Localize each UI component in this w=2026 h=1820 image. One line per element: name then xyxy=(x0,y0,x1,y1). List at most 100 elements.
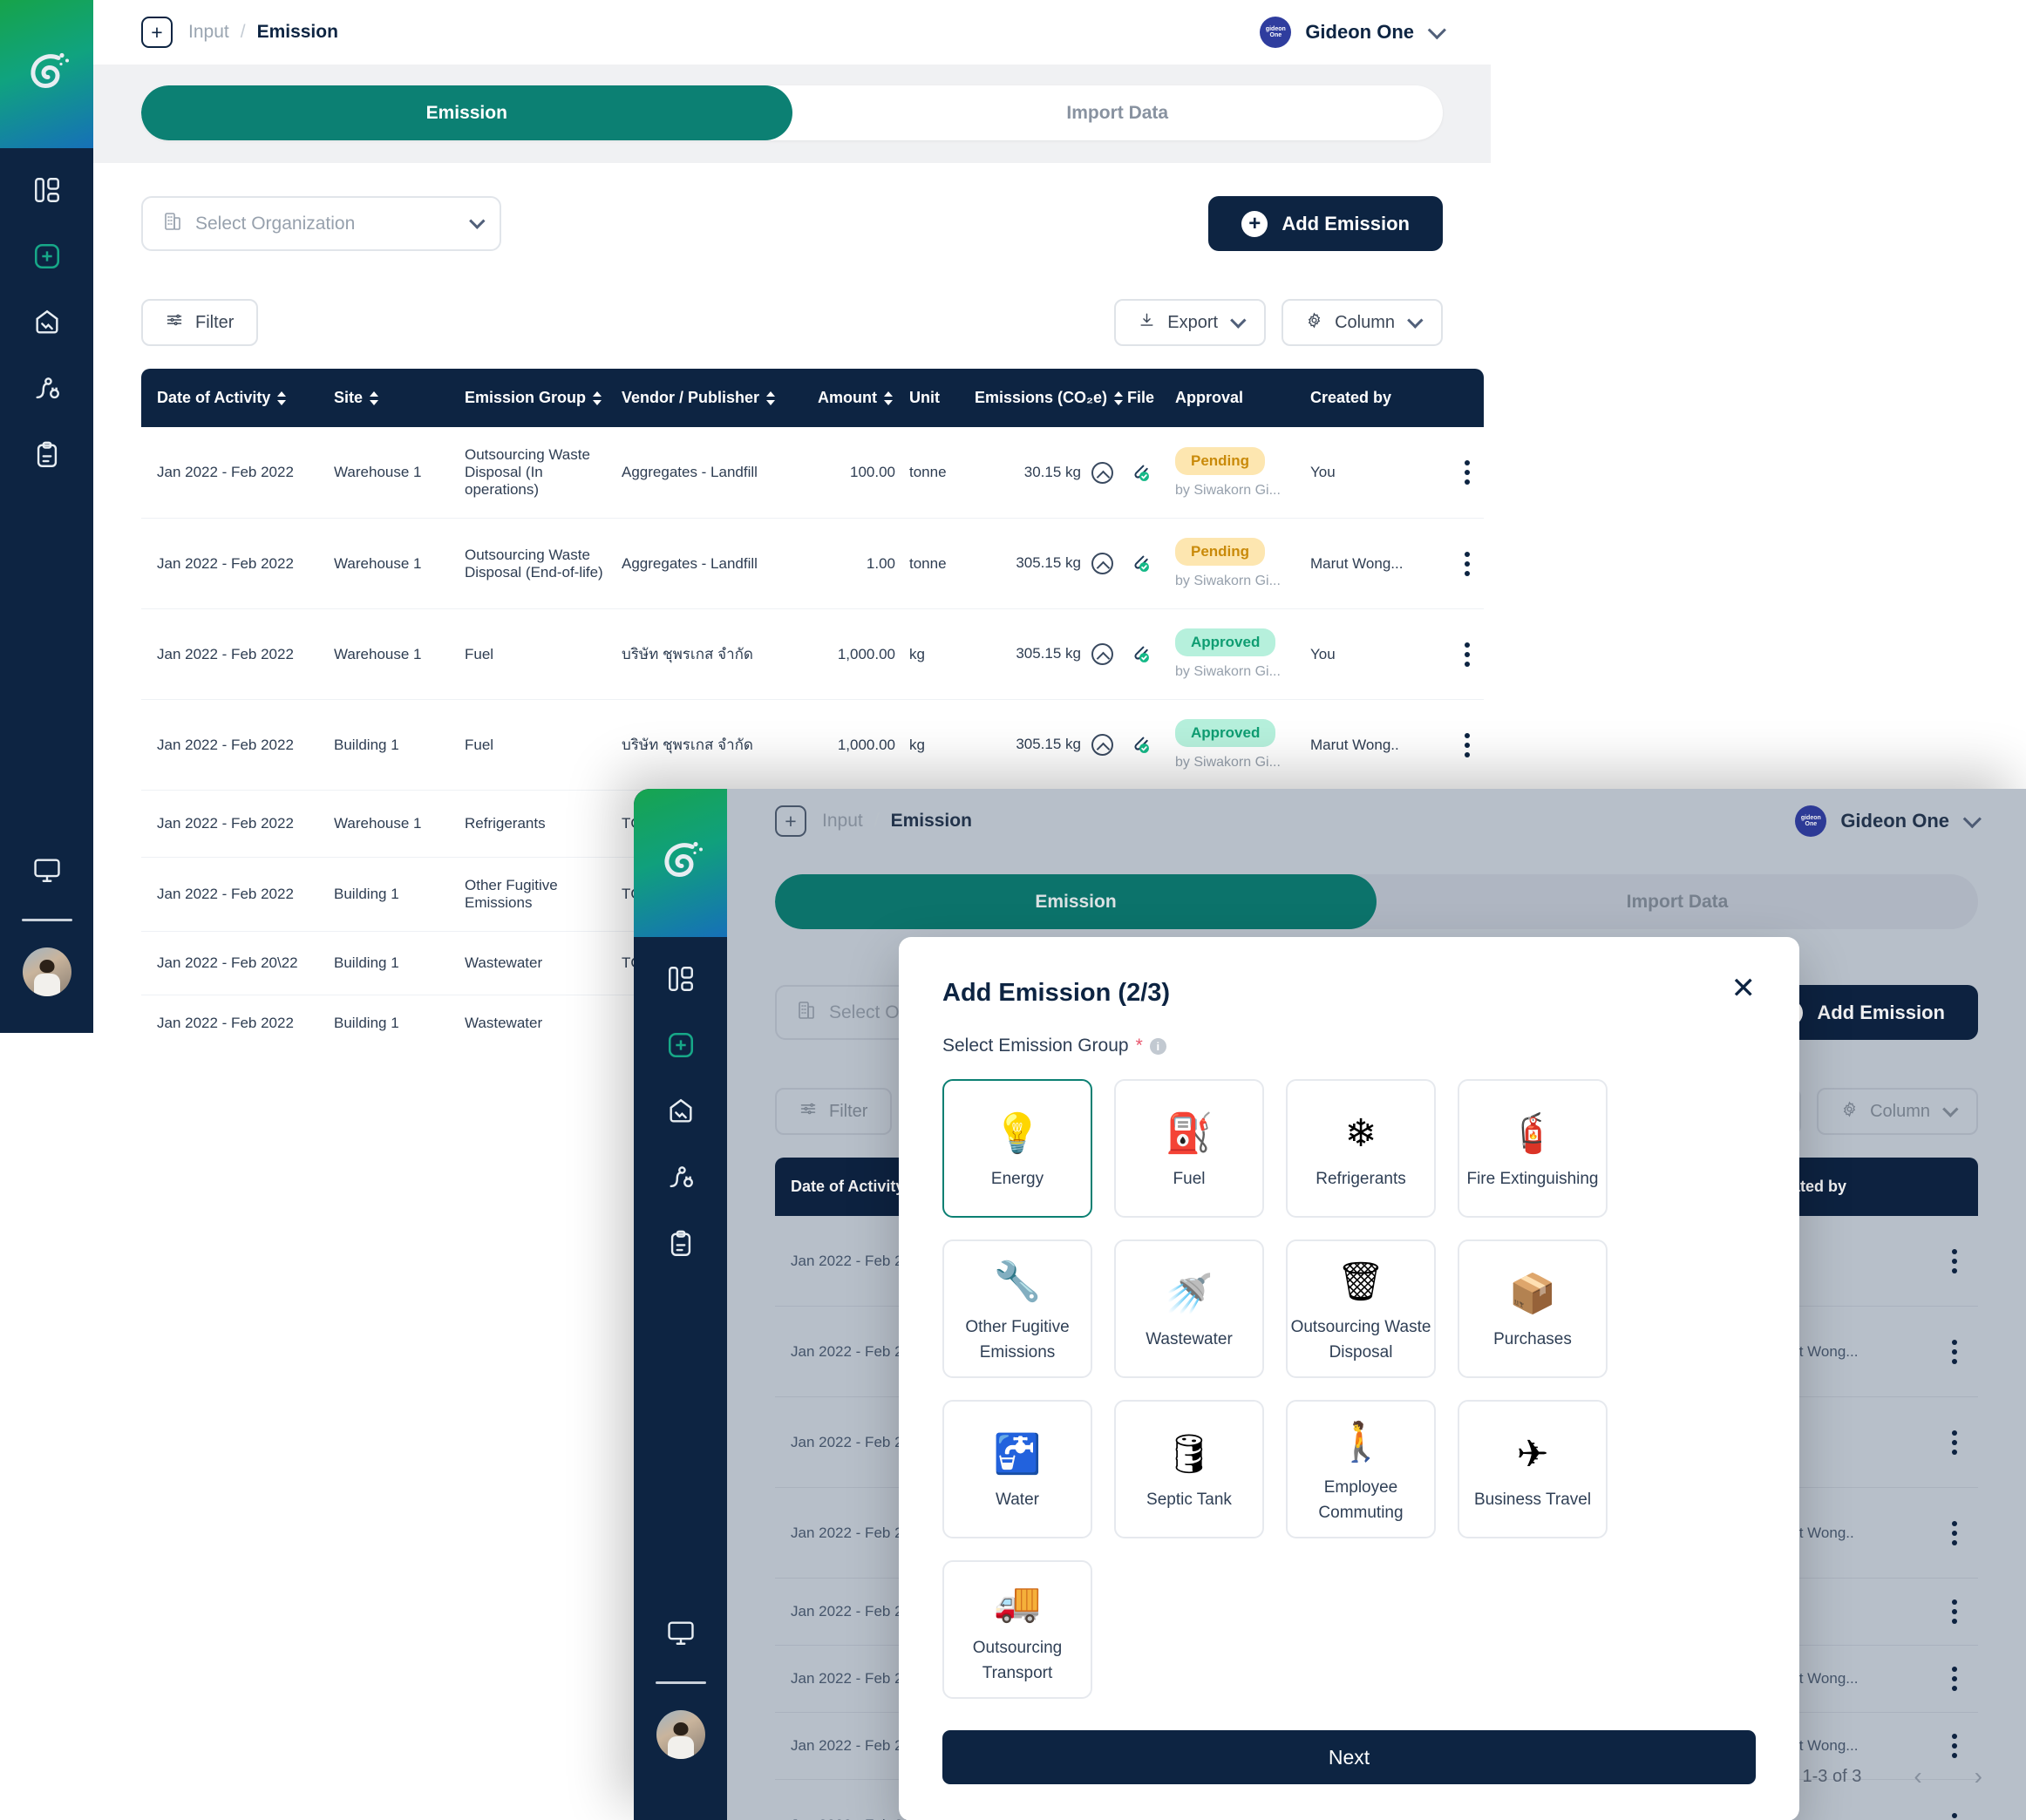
select-organization-value: Select Organization xyxy=(195,213,356,234)
export-button[interactable]: Export xyxy=(1114,299,1267,346)
cell-amount: 1,000.00 xyxy=(804,699,895,791)
sort-icon[interactable] xyxy=(370,390,379,406)
chevron-up-circle-icon[interactable] xyxy=(1091,553,1113,574)
sidebar-divider xyxy=(655,1681,706,1684)
option-septic-tank[interactable]: 🛢 Septic Tank xyxy=(1114,1400,1264,1538)
cell-actions[interactable] xyxy=(1436,518,1484,609)
sort-icon[interactable] xyxy=(593,390,602,406)
add-emission-button[interactable]: + Add Emission xyxy=(1208,196,1443,251)
cell-date: Jan 2022 - Feb 2022 xyxy=(141,995,320,1033)
more-options-icon[interactable] xyxy=(1450,642,1484,667)
table-row[interactable]: Jan 2022 - Feb 2022 Warehouse 1 Fuel บริ… xyxy=(141,608,1484,700)
cell-file[interactable] xyxy=(1113,518,1161,609)
option-fire-extinguishing[interactable]: 🧯 Fire Extinguishing xyxy=(1458,1079,1608,1218)
option-outsourcing-transport[interactable]: 🚚 Outsourcing Transport xyxy=(942,1560,1092,1699)
col-label: Amount xyxy=(818,389,877,406)
option-outsourcing-waste-disposal[interactable]: 🗑 Outsourcing Waste Disposal xyxy=(1286,1239,1436,1378)
table-row[interactable]: Jan 2022 - Feb 2022 Warehouse 1 Outsourc… xyxy=(141,518,1484,609)
cell-file[interactable] xyxy=(1113,608,1161,700)
option-wastewater[interactable]: 🚿 Wastewater xyxy=(1114,1239,1264,1378)
sidebar-item-dashboard[interactable] xyxy=(0,157,93,223)
option-water[interactable]: 🚰 Water xyxy=(942,1400,1092,1538)
col-site[interactable]: Site xyxy=(320,369,451,427)
firefighter-icon: 🧯 xyxy=(1508,1112,1557,1156)
plus-square-icon[interactable]: + xyxy=(141,17,173,48)
sidebar-item-input[interactable] xyxy=(634,1012,727,1078)
commuter-icon: 🚶 xyxy=(1336,1421,1385,1463)
toolbar-primary: Select Organization + Add Emission xyxy=(141,196,1443,251)
table-row[interactable]: Jan 2022 - Feb 2022 Warehouse 1 Outsourc… xyxy=(141,427,1484,519)
more-options-icon[interactable] xyxy=(1450,732,1484,757)
more-options-icon[interactable] xyxy=(1450,551,1484,576)
sort-icon[interactable] xyxy=(883,390,893,406)
sidebar-nav xyxy=(634,946,727,1277)
col-label: File xyxy=(1127,389,1155,406)
close-icon[interactable]: ✕ xyxy=(1731,974,1757,1003)
sort-icon[interactable] xyxy=(1114,390,1124,406)
sidebar-item-dashboard[interactable] xyxy=(634,946,727,1012)
sidebar-item-input[interactable] xyxy=(0,223,93,289)
sort-icon[interactable] xyxy=(766,390,776,406)
cell-date: Jan 2022 - Feb 2022 xyxy=(141,790,320,858)
app-logo[interactable] xyxy=(0,0,93,148)
breadcrumb-parent[interactable]: Input xyxy=(188,22,229,43)
option-other-fugitive-emissions[interactable]: 🔧 Other Fugitive Emissions xyxy=(942,1239,1092,1378)
cell-file[interactable] xyxy=(1113,699,1161,791)
col-vendor-publisher[interactable]: Vendor / Publisher xyxy=(608,369,804,427)
column-button[interactable]: Column xyxy=(1282,299,1443,346)
monitor-icon[interactable] xyxy=(634,1599,727,1666)
cell-date: Jan 2022 - Feb 2022 xyxy=(141,608,320,700)
tab-emission[interactable]: Emission xyxy=(141,85,792,140)
avatar[interactable] xyxy=(656,1710,705,1759)
modal-title: Add Emission (2/3) xyxy=(942,979,1171,1007)
option-refrigerants[interactable]: ❄ Refrigerants xyxy=(1286,1079,1436,1218)
cell-actions[interactable] xyxy=(1436,699,1484,791)
org-switcher[interactable]: gideon One Gideon One xyxy=(1260,17,1446,48)
info-icon[interactable]: i xyxy=(1149,1037,1166,1055)
cell-file[interactable] xyxy=(1113,427,1161,519)
chevron-up-circle-icon[interactable] xyxy=(1091,643,1113,665)
option-business-travel[interactable]: ✈ Business Travel xyxy=(1458,1400,1608,1538)
cell-approval: Pending by Siwakorn Gi... xyxy=(1161,427,1296,519)
sidebar-item-tasks[interactable] xyxy=(0,422,93,488)
option-fuel[interactable]: ⛽ Fuel xyxy=(1114,1079,1264,1218)
col-date-of-activity[interactable]: Date of Activity xyxy=(141,369,320,427)
cell-amount: 1,000.00 xyxy=(804,608,895,700)
tab-import-data[interactable]: Import Data xyxy=(792,85,1444,140)
sidebar-item-tasks[interactable] xyxy=(634,1211,727,1277)
table-row[interactable]: Jan 2022 - Feb 2022 Building 1 Fuel บริษ… xyxy=(141,699,1484,791)
monitor-icon[interactable] xyxy=(0,837,93,903)
next-button[interactable]: Next xyxy=(942,1730,1756,1784)
more-options-icon[interactable] xyxy=(1450,460,1484,485)
sidebar-item-report[interactable] xyxy=(634,1078,727,1144)
boxes-icon: 📦 xyxy=(1508,1273,1557,1316)
option-employee-commuting[interactable]: 🚶 Employee Commuting xyxy=(1286,1400,1436,1538)
app-logo[interactable] xyxy=(634,789,727,937)
col-amount[interactable]: Amount xyxy=(804,369,895,427)
sidebar-item-energy[interactable] xyxy=(0,356,93,422)
cell-actions[interactable] xyxy=(1436,427,1484,519)
sort-icon[interactable] xyxy=(277,390,287,406)
chevron-up-circle-icon[interactable] xyxy=(1091,461,1113,484)
table-header-row: Date of Activity Site Emission Group Ven… xyxy=(141,369,1484,427)
col-emission-group[interactable]: Emission Group xyxy=(451,369,608,427)
filter-button[interactable]: Filter xyxy=(141,299,259,346)
cell-approval: Approved by Siwakorn Gi... xyxy=(1161,608,1296,700)
select-organization-dropdown[interactable]: Select Organization xyxy=(141,196,501,251)
option-energy[interactable]: 💡 Energy xyxy=(942,1079,1092,1218)
window-body: + Input / Emission gideon One Gideon One… xyxy=(727,789,2026,1820)
option-purchases[interactable]: 📦 Purchases xyxy=(1458,1239,1608,1378)
cell-actions[interactable] xyxy=(1436,608,1484,700)
sidebar-divider xyxy=(21,919,72,921)
download-icon xyxy=(1139,312,1155,334)
cell-date: Jan 2022 - Feb 2022 xyxy=(141,427,320,519)
cell-vendor: Aggregates - Landfill xyxy=(608,427,804,519)
faucet-icon: 🚰 xyxy=(993,1433,1042,1477)
org-name: Gideon One xyxy=(1305,21,1414,43)
tanks-icon: 🛢 xyxy=(1165,1433,1214,1477)
chevron-up-circle-icon[interactable] xyxy=(1091,734,1113,756)
col-emissions-co2e[interactable]: Emissions (CO₂e) xyxy=(961,369,1124,427)
sidebar-item-energy[interactable] xyxy=(634,1144,727,1211)
avatar[interactable] xyxy=(22,947,71,996)
sidebar-item-report[interactable] xyxy=(0,289,93,356)
